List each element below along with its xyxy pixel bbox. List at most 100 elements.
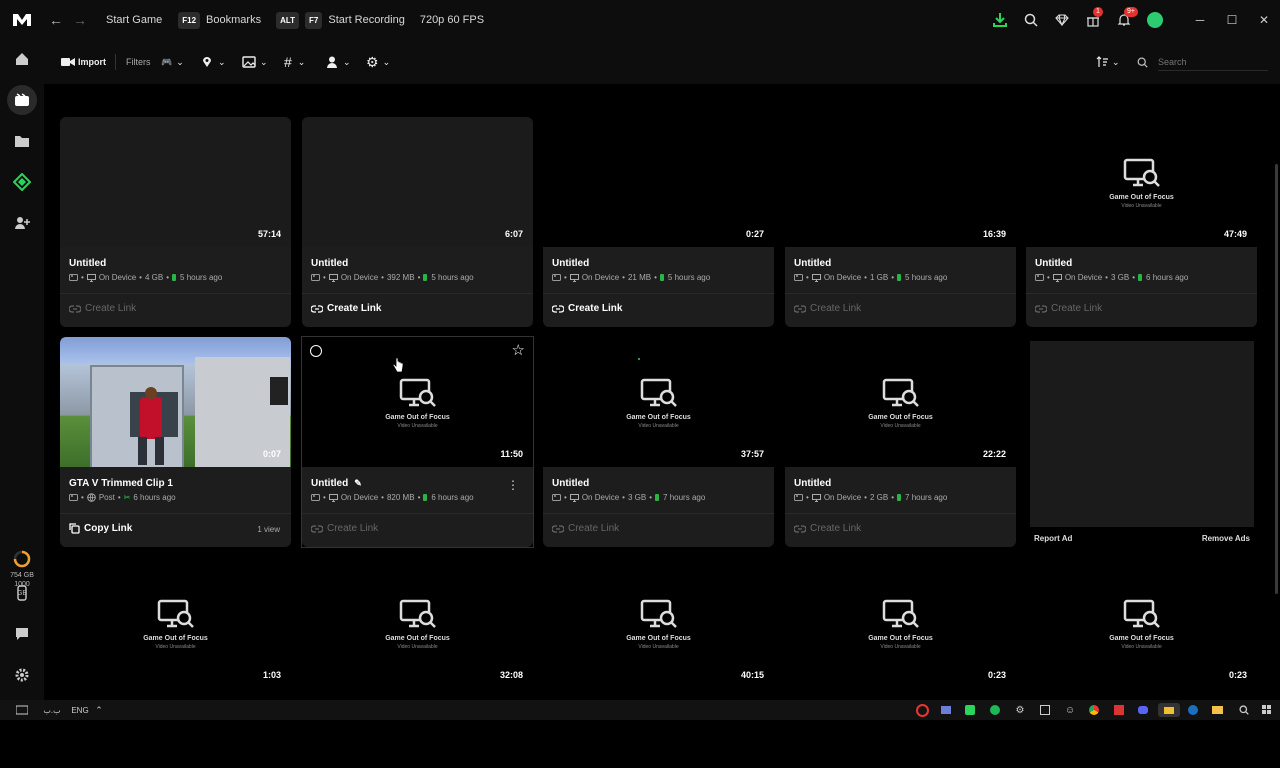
copy-link-button[interactable]: Copy Link [69, 523, 132, 534]
app-tray-icon[interactable] [939, 703, 953, 717]
quality-selector[interactable]: 720p 60 FPS [420, 14, 484, 26]
settings-gear-icon[interactable] [7, 660, 37, 690]
clip-thumbnail[interactable]: 16:39 [785, 117, 1016, 247]
clip-card[interactable]: Game Out of Focus Video Unavailable 22:22 U… [785, 337, 1016, 547]
more-options-icon[interactable]: ⋮ [507, 479, 519, 491]
clip-card[interactable]: Game Out of Focus Video Unavailable 0:23 [1026, 558, 1257, 768]
clip-thumbnail[interactable]: Game Out of Focus Video Unavailable 0:23 [785, 558, 1016, 688]
scrollbar[interactable] [1274, 84, 1280, 700]
edit-title-icon[interactable]: ✎ [354, 478, 362, 489]
chrome-tray-icon[interactable] [1087, 703, 1101, 717]
app-tray-icon-2[interactable] [1038, 703, 1052, 717]
settings-tray-icon[interactable]: ⚙ [1013, 703, 1027, 717]
search-input[interactable] [1158, 53, 1268, 71]
clip-card[interactable]: Game Out of Focus Video Unavailable 0:23 [785, 558, 1016, 768]
language-indicator[interactable]: ENG [70, 703, 90, 717]
select-checkbox[interactable] [310, 345, 322, 357]
clip-card[interactable]: 16:39 Untitled • On Device • 1 GB • 5 hours ago… [785, 117, 1016, 327]
create-link-button[interactable]: Create Link [311, 523, 378, 534]
clip-thumbnail[interactable]: Game Out of Focus Video Unavailable 32:08 [302, 558, 533, 688]
bookmarks-button[interactable]: F12 Bookmarks [178, 11, 261, 29]
add-friend-icon[interactable] [7, 208, 37, 238]
clip-thumbnail[interactable]: Game Out of Focus Video Unavailable 0:23 [1026, 558, 1257, 688]
user-filter-dropdown[interactable]: ⌄ [327, 40, 351, 84]
tray-chevron-up-icon[interactable]: ⌃ [92, 703, 106, 717]
minimize-button[interactable]: ─ [1184, 0, 1216, 40]
gift-icon[interactable]: 1 [1077, 0, 1108, 40]
clip-card[interactable]: Game Out of Focus Video Unavailable 40:15 [543, 558, 774, 768]
clip-thumbnail[interactable]: 0:27 [543, 117, 774, 247]
start-game-button[interactable]: Start Game [106, 14, 162, 26]
clip-thumbnail[interactable]: Game Out of Focus Video Unavailable 37:57 [543, 337, 774, 467]
clip-meta: • On Device • 3 GB • 7 hours ago [552, 493, 705, 502]
clip-card[interactable]: 0:27 Untitled • On Device • 21 MB • 5 hours ago… [543, 117, 774, 327]
game-filter-dropdown[interactable]: 🎮 ⌄ [161, 40, 184, 84]
scrollbar-thumb[interactable] [1275, 164, 1278, 594]
create-link-button[interactable]: Create Link [552, 303, 622, 314]
import-button[interactable]: Import [61, 40, 106, 84]
avatar[interactable] [1139, 0, 1170, 40]
explore-diamond-icon[interactable] [7, 167, 37, 197]
spotify-tray-icon[interactable] [988, 703, 1002, 717]
autocad-tray-icon[interactable] [1112, 703, 1126, 717]
premium-gem-icon[interactable] [1046, 0, 1077, 40]
record-tray-icon[interactable] [915, 703, 929, 717]
close-button[interactable]: ✕ [1248, 0, 1280, 40]
settings-filter-dropdown[interactable]: ⚙ ⌄ [366, 40, 390, 84]
start-recording-button[interactable]: ALT F7 Start Recording [276, 11, 405, 29]
clip-card[interactable]: Game Out of Focus Video Unavailable ☆ 11:50… [301, 336, 534, 548]
clip-card[interactable]: Game Out of Focus Video Unavailable 47:49 U… [1026, 117, 1257, 327]
media-filter-dropdown[interactable]: ⌄ [242, 40, 268, 84]
clip-thumbnail[interactable]: 0:07 [60, 337, 291, 467]
create-link-button[interactable]: Create Link [69, 303, 136, 314]
remove-ads-link[interactable]: Remove Ads [1202, 534, 1250, 543]
create-link-button[interactable]: Create Link [552, 523, 619, 534]
medal-tray-icon[interactable] [963, 703, 977, 717]
create-link-button[interactable]: Create Link [794, 303, 861, 314]
favorite-star-icon[interactable]: ☆ [512, 341, 525, 359]
taskbar-search-icon[interactable] [1237, 703, 1251, 717]
clip-thumbnail[interactable]: 57:14 [60, 117, 291, 247]
clip-card[interactable]: 0:07 GTA V Trimmed Clip 1 • Post • ✂ 6 hours a… [60, 337, 291, 547]
sort-dropdown[interactable]: ⌄ [1096, 40, 1120, 84]
discord-tray-icon[interactable] [1136, 703, 1150, 717]
steam-tray-icon[interactable] [1186, 703, 1200, 717]
clip-thumbnail[interactable]: Game Out of Focus Video Unavailable 40:15 [543, 558, 774, 688]
clip-thumbnail[interactable]: Game Out of Focus Video Unavailable ☆ 11:50 [302, 337, 533, 467]
keyboard-icon[interactable] [15, 703, 29, 717]
tag-filter-dropdown[interactable]: # ⌄ [284, 40, 305, 84]
clip-card[interactable]: Game Out of Focus Video Unavailable 32:08 [302, 558, 533, 768]
download-icon[interactable] [984, 0, 1015, 40]
medal-active-tray-icon[interactable] [1158, 703, 1180, 717]
clips-icon[interactable] [7, 85, 37, 115]
clip-duration: 37:57 [740, 449, 764, 459]
ime-indicator[interactable]: ب.ب [40, 703, 64, 717]
clip-card[interactable]: 57:14 Untitled • On Device • 4 GB • 5 hours ago… [60, 117, 291, 327]
search-icon[interactable] [1015, 0, 1046, 40]
home-icon[interactable] [7, 44, 37, 74]
notifications-bell-icon[interactable]: 9+ [1108, 0, 1139, 40]
clip-thumbnail[interactable]: 6:07 [302, 117, 533, 247]
explorer-tray-icon[interactable] [1210, 703, 1224, 717]
clip-thumbnail[interactable]: Game Out of Focus Video Unavailable 47:49 [1026, 117, 1257, 247]
windows-start-icon[interactable] [1260, 703, 1274, 717]
folder-icon[interactable] [7, 126, 37, 156]
report-ad-link[interactable]: Report Ad [1034, 534, 1072, 543]
feedback-icon[interactable] [7, 619, 37, 649]
smile-tray-icon[interactable]: ☺ [1063, 703, 1077, 717]
medal-logo-icon[interactable] [0, 0, 44, 40]
create-link-button[interactable]: Create Link [1035, 303, 1102, 314]
back-arrow-icon[interactable]: ← [44, 0, 68, 40]
mobile-phone-icon[interactable] [7, 578, 37, 608]
maximize-button[interactable]: ☐ [1216, 0, 1248, 40]
clip-thumbnail[interactable]: Game Out of Focus Video Unavailable 1:03 [60, 558, 291, 688]
clip-card[interactable]: Game Out of Focus Video Unavailable 1:03 [60, 558, 291, 768]
forward-arrow-icon[interactable]: → [68, 0, 92, 40]
clip-card[interactable]: Game Out of Focus Video Unavailable 37:57 U… [543, 337, 774, 547]
clip-thumbnail[interactable]: Game Out of Focus Video Unavailable 22:22 [785, 337, 1016, 467]
create-link-button[interactable]: Create Link [311, 303, 381, 314]
location-filter-dropdown[interactable]: ⌄ [202, 40, 226, 84]
create-link-button[interactable]: Create Link [794, 523, 861, 534]
search-box[interactable] [1137, 40, 1268, 84]
clip-card[interactable]: 6:07 Untitled • On Device • 392 MB • 5 hours ag… [302, 117, 533, 327]
